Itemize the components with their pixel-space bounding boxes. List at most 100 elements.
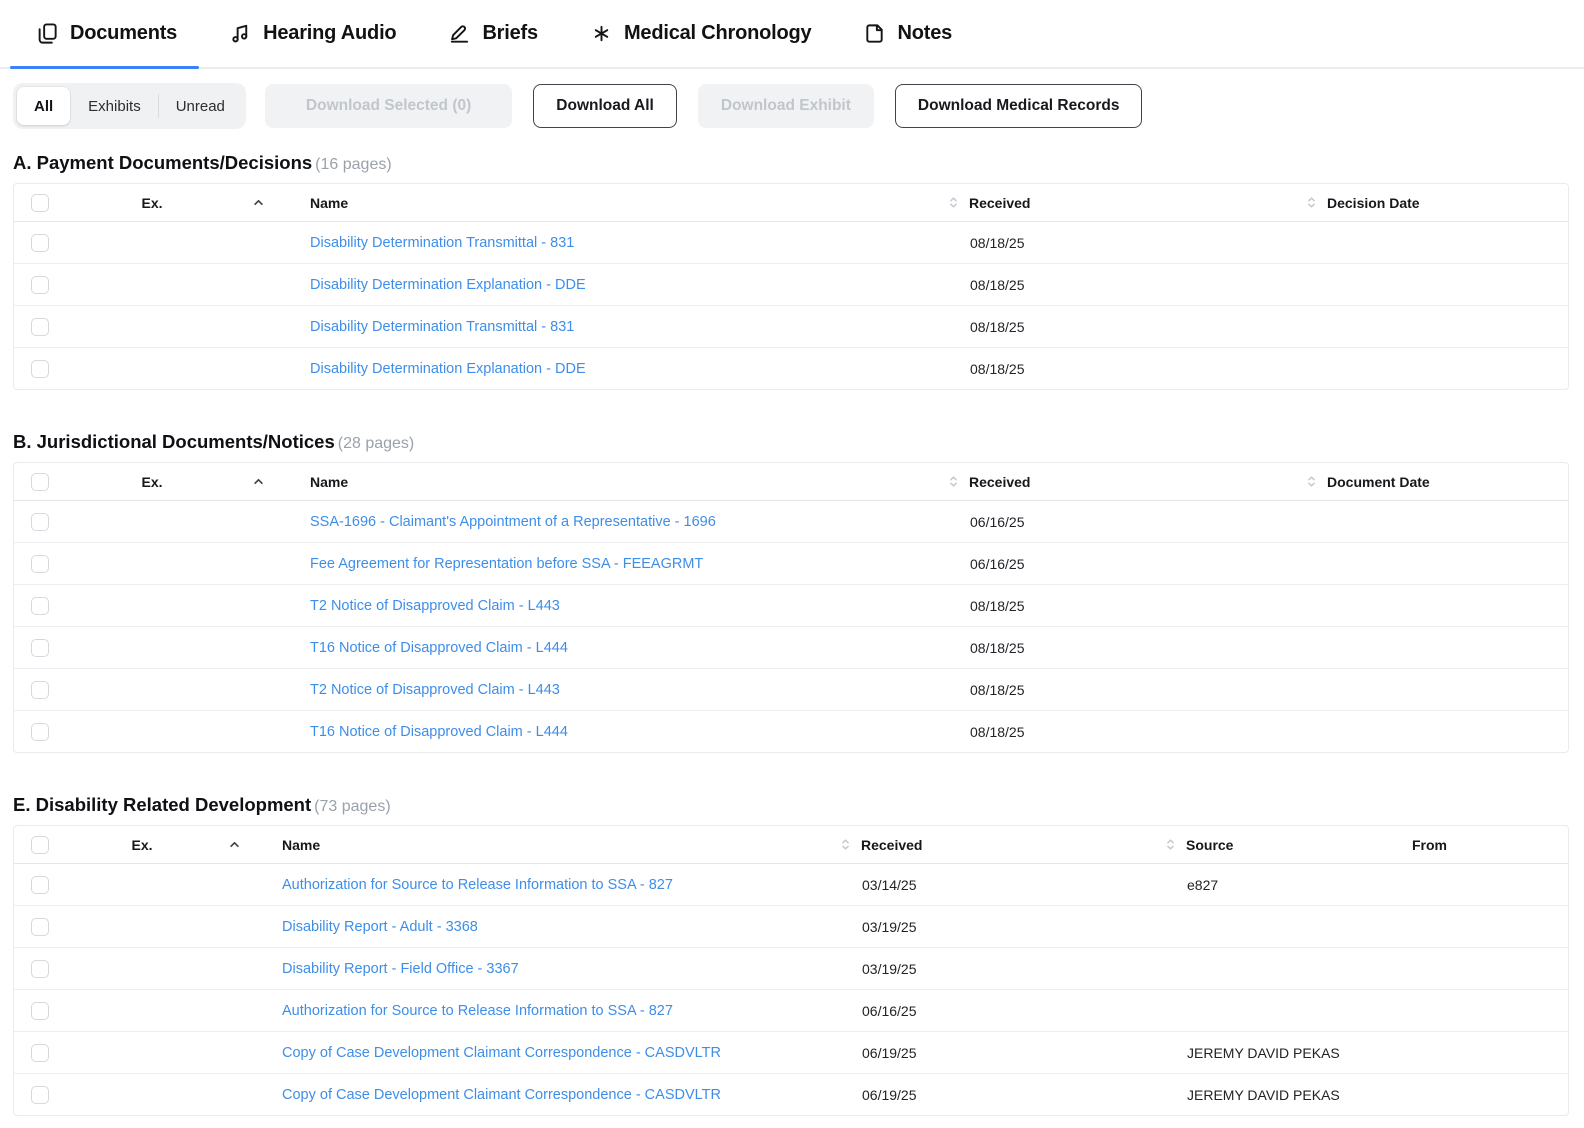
row-checkbox[interactable] [31,317,49,336]
column-header-ex[interactable]: Ex. [78,195,226,211]
section-page-count: (73 pages) [314,798,391,815]
column-header-received[interactable]: Received [830,837,1155,853]
document-link[interactable]: Copy of Case Development Claimant Corres… [282,1045,721,1061]
hearing-audio-icon [229,22,252,45]
section-page-count: (28 pages) [337,435,415,452]
row-checkbox[interactable] [31,596,49,615]
download-medical-records-button[interactable]: Download Medical Records [894,84,1143,128]
received-cell: 06/16/25 [862,1002,917,1019]
row-checkbox[interactable] [31,1085,49,1104]
section-page-count: (16 pages) [315,156,392,173]
document-link[interactable]: T16 Notice of Disapproved Claim - L444 [310,640,568,656]
document-link[interactable]: T2 Notice of Disapproved Claim - L443 [310,598,560,614]
document-link[interactable]: T2 Notice of Disapproved Claim - L443 [310,682,560,698]
table-row: Disability Report - Adult - 3368 03/19/25 [14,905,1568,947]
document-link[interactable]: Disability Determination Explanation - D… [310,277,586,293]
tab-briefs[interactable]: Briefs [422,0,564,67]
received-cell: 08/18/25 [970,639,1025,656]
row-checkbox[interactable] [31,1001,49,1020]
column-header-from[interactable]: From [1372,837,1568,853]
received-cell: 06/16/25 [970,555,1025,572]
source-cell: JEREMY DAVID PEKAS [1187,1044,1340,1061]
sort-toggle-icon [950,476,957,487]
document-link[interactable]: Disability Determination Transmittal - 8… [310,235,574,251]
section-title: E. Disability Related Development [13,794,312,815]
select-all-checkbox[interactable] [31,835,49,854]
document-link[interactable]: Disability Determination Explanation - D… [310,361,586,377]
table-row: T2 Notice of Disapproved Claim - L443 08/… [14,668,1568,710]
tab-bar: Documents Hearing Audio Briefs Medical C… [0,0,1584,69]
sort-indicator[interactable] [226,195,290,210]
row-checkbox[interactable] [31,554,49,573]
tab-label: Briefs [482,22,538,44]
table-header-row: Ex. Name Received Decision Date [14,184,1568,221]
table-row: Authorization for Source to Release Info… [14,863,1568,905]
source-cell: e827 [1187,876,1219,893]
download-all-button[interactable]: Download All [533,84,677,128]
row-checkbox[interactable] [31,680,49,699]
document-link[interactable]: T16 Notice of Disapproved Claim - L444 [310,724,568,740]
document-link[interactable]: Copy of Case Development Claimant Corres… [282,1087,721,1103]
row-checkbox[interactable] [31,959,49,978]
column-header-received[interactable]: Received [938,195,1296,211]
tab-documents[interactable]: Documents [10,0,203,69]
row-checkbox[interactable] [31,1043,49,1062]
tab-notes[interactable]: Notes [837,0,978,67]
sort-toggle-icon [1308,197,1315,208]
row-checkbox[interactable] [31,875,49,894]
document-link[interactable]: Disability Determination Transmittal - 8… [310,319,574,335]
download-exhibit-button[interactable]: Download Exhibit [697,84,874,128]
column-header-name[interactable]: Name [262,837,830,853]
row-checkbox[interactable] [31,512,49,531]
document-link[interactable]: Fee Agreement for Representation before … [310,556,703,572]
table-row: T16 Notice of Disapproved Claim - L444 08… [14,626,1568,668]
document-link[interactable]: Disability Report - Adult - 3368 [282,919,478,935]
document-link[interactable]: SSA-1696 - Claimant's Appointment of a R… [310,514,716,530]
column-header-source[interactable]: Source [1155,837,1372,853]
tab-medical-chronology[interactable]: Medical Chronology [564,0,838,67]
row-checkbox[interactable] [31,275,49,294]
notes-icon [863,22,886,45]
column-header-received[interactable]: Received [938,474,1296,490]
tab-label: Notes [897,22,953,44]
table-row: Authorization for Source to Release Info… [14,989,1568,1031]
row-checkbox[interactable] [31,917,49,936]
column-header-name[interactable]: Name [290,474,938,490]
row-checkbox[interactable] [31,722,49,741]
select-all-checkbox[interactable] [31,472,49,491]
table-row: Copy of Case Development Claimant Corres… [14,1031,1568,1073]
column-header-decision-date[interactable]: Decision Date [1296,195,1568,211]
document-link[interactable]: Authorization for Source to Release Info… [282,877,673,893]
document-link[interactable]: Disability Report - Field Office - 3367 [282,961,519,977]
section-a: A. Payment Documents/Decisions (16 pages)… [13,152,1569,390]
received-cell: 03/19/25 [862,918,917,935]
row-checkbox[interactable] [31,233,49,252]
table-row: Disability Report - Field Office - 3367 0… [14,947,1568,989]
received-cell: 08/18/25 [970,234,1025,251]
column-header-document-date[interactable]: Document Date [1296,474,1568,490]
table-row: Copy of Case Development Claimant Corres… [14,1073,1568,1115]
select-all-checkbox[interactable] [31,193,49,212]
filter-unread[interactable]: Unread [159,87,242,125]
section-e: E. Disability Related Development (73 pag… [13,794,1569,1116]
column-header-name[interactable]: Name [290,195,938,211]
received-cell: 08/18/25 [970,318,1025,335]
received-cell: 08/18/25 [970,597,1025,614]
sort-toggle-icon [1308,476,1315,487]
column-header-ex[interactable]: Ex. [78,837,206,853]
filter-all[interactable]: All [17,87,71,125]
document-link[interactable]: Authorization for Source to Release Info… [282,1003,673,1019]
table-header-row: Ex. Name Received Source From [14,826,1568,863]
sort-indicator[interactable] [206,837,262,852]
column-header-ex[interactable]: Ex. [78,474,226,490]
documents-toolbar: All Exhibits Unread Download Selected (0) D… [13,83,1584,129]
section-title: A. Payment Documents/Decisions [13,152,313,173]
received-cell: 08/18/25 [970,681,1025,698]
download-selected-0-button[interactable]: Download Selected (0) [264,84,513,128]
sort-indicator[interactable] [226,474,290,489]
sort-asc-icon [253,478,263,485]
row-checkbox[interactable] [31,359,49,378]
tab-hearing-audio[interactable]: Hearing Audio [203,0,422,67]
filter-exhibits[interactable]: Exhibits [71,87,158,125]
row-checkbox[interactable] [31,638,49,657]
